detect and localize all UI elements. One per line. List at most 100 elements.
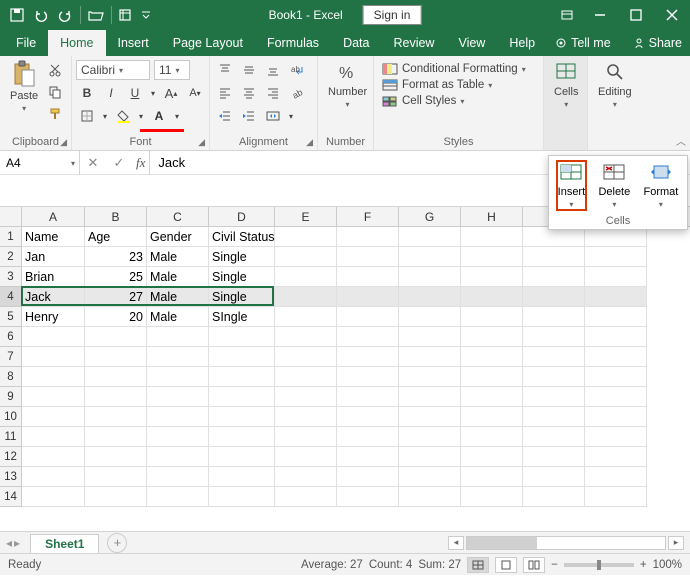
sign-in-button[interactable]: Sign in [363, 5, 422, 25]
format-cells-button[interactable]: Format ▾ [642, 160, 681, 211]
row-header[interactable]: 4 [0, 287, 22, 307]
cell[interactable] [147, 427, 209, 447]
cell[interactable] [22, 467, 85, 487]
cell[interactable] [585, 487, 647, 507]
minimize-button[interactable] [582, 0, 618, 30]
cell[interactable] [147, 347, 209, 367]
delete-cells-button[interactable]: Delete ▾ [596, 160, 632, 211]
cell[interactable] [275, 307, 337, 327]
cell[interactable] [523, 287, 585, 307]
tab-file[interactable]: File [4, 30, 48, 56]
save-icon[interactable] [6, 4, 28, 26]
tab-view[interactable]: View [446, 30, 497, 56]
cell[interactable] [337, 447, 399, 467]
cell[interactable] [85, 487, 147, 507]
cell[interactable] [523, 267, 585, 287]
increase-indent-button[interactable] [238, 106, 260, 126]
cell[interactable] [461, 447, 523, 467]
cell[interactable] [85, 407, 147, 427]
decrease-font-button[interactable]: A▾ [184, 83, 206, 103]
row-header[interactable]: 2 [0, 247, 22, 267]
fill-color-dropdown[interactable]: ▾ [136, 106, 146, 126]
cut-button[interactable] [44, 60, 66, 80]
column-header[interactable]: A [22, 207, 85, 226]
cell[interactable] [585, 327, 647, 347]
cell[interactable]: 27 [85, 287, 147, 307]
cell[interactable]: Male [147, 307, 209, 327]
editing-button[interactable]: Editing ▾ [592, 58, 638, 111]
cell[interactable] [523, 427, 585, 447]
cell[interactable]: Name [22, 227, 85, 247]
cell[interactable] [585, 227, 647, 247]
cell[interactable] [275, 347, 337, 367]
cell[interactable] [147, 467, 209, 487]
cell[interactable] [22, 327, 85, 347]
cell[interactable] [337, 367, 399, 387]
undo-icon[interactable] [30, 4, 52, 26]
merge-button[interactable] [262, 106, 284, 126]
cell[interactable] [399, 307, 461, 327]
cell[interactable]: Age [85, 227, 147, 247]
cell[interactable]: Civil Status [209, 227, 275, 247]
cell[interactable] [275, 247, 337, 267]
align-right-button[interactable] [262, 83, 284, 103]
merge-dropdown[interactable]: ▾ [286, 106, 296, 126]
select-all-corner[interactable] [0, 207, 22, 226]
tab-review[interactable]: Review [381, 30, 446, 56]
cell[interactable]: Male [147, 267, 209, 287]
bold-button[interactable]: B [76, 83, 98, 103]
cell[interactable] [85, 447, 147, 467]
column-header[interactable]: F [337, 207, 399, 226]
tab-help[interactable]: Help [497, 30, 547, 56]
tab-page-layout[interactable]: Page Layout [161, 30, 255, 56]
underline-button[interactable]: U [124, 83, 146, 103]
cell[interactable] [399, 227, 461, 247]
cell[interactable] [399, 427, 461, 447]
cell[interactable] [523, 447, 585, 467]
cell-styles-button[interactable]: Cell Styles▾ [378, 94, 530, 108]
cell[interactable] [461, 287, 523, 307]
cell[interactable] [209, 487, 275, 507]
insert-cells-button[interactable]: Insert ▾ [556, 160, 588, 211]
cell[interactable]: Henry [22, 307, 85, 327]
cell[interactable] [461, 307, 523, 327]
cell[interactable] [399, 347, 461, 367]
cell[interactable] [209, 427, 275, 447]
cell[interactable] [22, 367, 85, 387]
row-header[interactable]: 6 [0, 327, 22, 347]
cell[interactable] [209, 347, 275, 367]
row-header[interactable]: 10 [0, 407, 22, 427]
cell[interactable]: Jack [22, 287, 85, 307]
cell[interactable] [209, 387, 275, 407]
format-as-table-button[interactable]: Format as Table▾ [378, 78, 530, 92]
cell[interactable] [85, 347, 147, 367]
borders-button[interactable] [76, 106, 98, 126]
format-painter-button[interactable] [44, 104, 66, 124]
row-header[interactable]: 14 [0, 487, 22, 507]
name-box[interactable]: A4▾ [0, 151, 80, 175]
cell[interactable] [461, 467, 523, 487]
cell[interactable] [461, 327, 523, 347]
cell[interactable] [585, 427, 647, 447]
cell[interactable] [337, 347, 399, 367]
cell[interactable] [399, 387, 461, 407]
row-header[interactable]: 5 [0, 307, 22, 327]
cell[interactable]: Male [147, 287, 209, 307]
hscroll-left[interactable]: ◂ [448, 536, 464, 550]
cell[interactable]: Jan [22, 247, 85, 267]
cell[interactable] [337, 307, 399, 327]
font-color-button[interactable]: A [148, 106, 170, 126]
cell[interactable] [585, 367, 647, 387]
font-color-dropdown[interactable]: ▾ [172, 106, 182, 126]
cell[interactable] [523, 307, 585, 327]
cell[interactable] [461, 427, 523, 447]
column-header[interactable]: C [147, 207, 209, 226]
font-launcher-icon[interactable]: ◢ [198, 137, 205, 148]
page-layout-view-button[interactable] [495, 557, 517, 573]
cell[interactable] [275, 467, 337, 487]
cell[interactable] [399, 367, 461, 387]
spreadsheet-grid[interactable]: ABCDEFGHIJ 1NameAgeGenderCivil Status2Ja… [0, 207, 690, 531]
increase-font-button[interactable]: A▴ [160, 83, 182, 103]
cell[interactable] [337, 467, 399, 487]
tab-formulas[interactable]: Formulas [255, 30, 331, 56]
